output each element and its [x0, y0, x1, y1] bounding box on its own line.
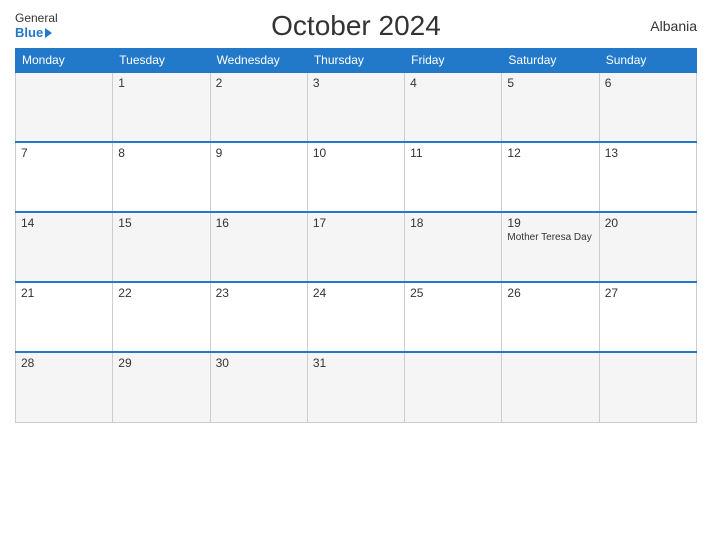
- calendar-day-cell: 17: [307, 212, 404, 282]
- calendar-title: October 2024: [271, 10, 441, 42]
- calendar-day-cell: 6: [599, 72, 696, 142]
- day-number: 20: [605, 216, 691, 230]
- day-number: 22: [118, 286, 204, 300]
- calendar-week-row: 21 22 23 24 25 26 27: [16, 282, 697, 352]
- calendar-day-cell: [405, 352, 502, 422]
- day-number: 1: [118, 76, 204, 90]
- calendar-day-cell: 1: [113, 72, 210, 142]
- calendar-day-cell: 16: [210, 212, 307, 282]
- calendar-day-cell: 24: [307, 282, 404, 352]
- day-number: 3: [313, 76, 399, 90]
- calendar-week-row: 123456: [16, 72, 697, 142]
- calendar-day-cell: 28: [16, 352, 113, 422]
- calendar-day-cell: 10: [307, 142, 404, 212]
- calendar-day-cell: 7: [16, 142, 113, 212]
- calendar-day-cell: [16, 72, 113, 142]
- logo: General Blue: [15, 11, 58, 41]
- day-number: 7: [21, 146, 107, 160]
- calendar-day-cell: 11: [405, 142, 502, 212]
- header-sunday: Sunday: [599, 49, 696, 73]
- calendar-wrapper: General Blue October 2024 Albania Monday…: [0, 0, 712, 550]
- weekday-header-row: Monday Tuesday Wednesday Thursday Friday…: [16, 49, 697, 73]
- day-number: 14: [21, 216, 107, 230]
- calendar-day-cell: 5: [502, 72, 599, 142]
- day-number: 10: [313, 146, 399, 160]
- calendar-day-cell: 21: [16, 282, 113, 352]
- calendar-day-cell: 22: [113, 282, 210, 352]
- day-number: 16: [216, 216, 302, 230]
- calendar-day-cell: 29: [113, 352, 210, 422]
- calendar-day-cell: 23: [210, 282, 307, 352]
- calendar-day-cell: 4: [405, 72, 502, 142]
- calendar-week-row: 789 10 11 12 13: [16, 142, 697, 212]
- calendar-day-cell: [599, 352, 696, 422]
- logo-triangle-icon: [45, 28, 52, 38]
- calendar-day-cell: 31: [307, 352, 404, 422]
- calendar-day-cell: 15: [113, 212, 210, 282]
- country-label: Albania: [650, 18, 697, 34]
- day-number: 5: [507, 76, 593, 90]
- day-number: 23: [216, 286, 302, 300]
- calendar-day-cell: 14: [16, 212, 113, 282]
- calendar-day-cell: 20: [599, 212, 696, 282]
- logo-general-text: General: [15, 11, 58, 25]
- calendar-day-cell: 27: [599, 282, 696, 352]
- header-friday: Friday: [405, 49, 502, 73]
- calendar-day-cell: 9: [210, 142, 307, 212]
- day-number: 21: [21, 286, 107, 300]
- calendar-day-cell: 13: [599, 142, 696, 212]
- day-number: 4: [410, 76, 496, 90]
- day-number: 29: [118, 356, 204, 370]
- day-number: 8: [118, 146, 204, 160]
- calendar-week-row: 28 29 30 31: [16, 352, 697, 422]
- day-number: 12: [507, 146, 593, 160]
- calendar-day-cell: 26: [502, 282, 599, 352]
- day-number: 13: [605, 146, 691, 160]
- day-number: 30: [216, 356, 302, 370]
- header-monday: Monday: [16, 49, 113, 73]
- calendar-day-cell: 2: [210, 72, 307, 142]
- day-number: 27: [605, 286, 691, 300]
- calendar-day-cell: 3: [307, 72, 404, 142]
- calendar-day-cell: 8: [113, 142, 210, 212]
- day-number: 2: [216, 76, 302, 90]
- header-wednesday: Wednesday: [210, 49, 307, 73]
- calendar-day-cell: 18: [405, 212, 502, 282]
- day-number: 31: [313, 356, 399, 370]
- day-number: 28: [21, 356, 107, 370]
- day-number: 26: [507, 286, 593, 300]
- day-number: 17: [313, 216, 399, 230]
- header-thursday: Thursday: [307, 49, 404, 73]
- calendar-day-cell: [502, 352, 599, 422]
- day-number: 9: [216, 146, 302, 160]
- day-number: 11: [410, 146, 496, 160]
- header-saturday: Saturday: [502, 49, 599, 73]
- calendar-table: Monday Tuesday Wednesday Thursday Friday…: [15, 48, 697, 423]
- logo-blue-text: Blue: [15, 25, 52, 41]
- event-label: Mother Teresa Day: [507, 232, 593, 243]
- day-number: 25: [410, 286, 496, 300]
- calendar-day-cell: 25: [405, 282, 502, 352]
- calendar-week-row: 14 15 16 17 18 19 Mother Teresa Day 20: [16, 212, 697, 282]
- calendar-day-cell: 30: [210, 352, 307, 422]
- calendar-header: General Blue October 2024 Albania: [15, 10, 697, 42]
- calendar-day-cell: 12: [502, 142, 599, 212]
- calendar-day-cell: 19 Mother Teresa Day: [502, 212, 599, 282]
- day-number: 19: [507, 216, 593, 230]
- day-number: 15: [118, 216, 204, 230]
- day-number: 24: [313, 286, 399, 300]
- day-number: 6: [605, 76, 691, 90]
- header-tuesday: Tuesday: [113, 49, 210, 73]
- day-number: 18: [410, 216, 496, 230]
